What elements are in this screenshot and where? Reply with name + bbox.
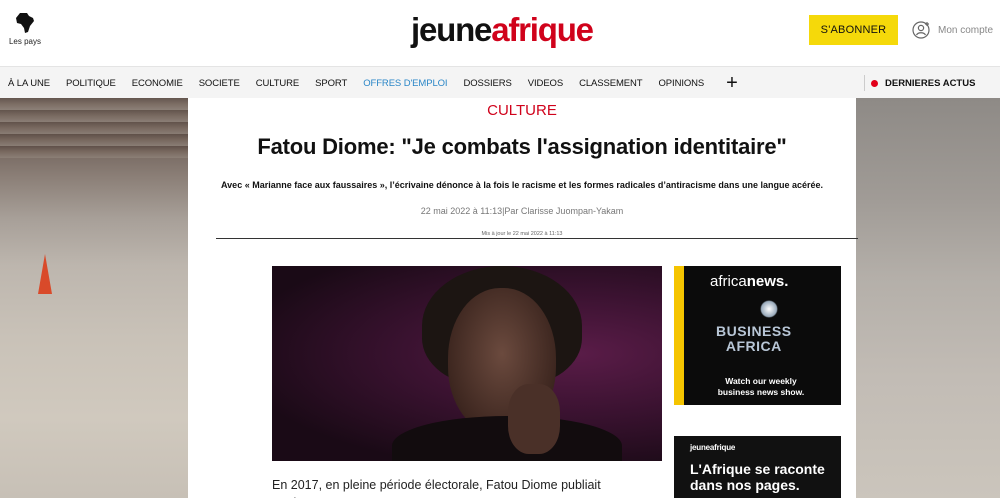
nav-list: À LA UNE POLITIQUE ECONOMIE SOCIETE CULTURE S… — [0, 67, 746, 99]
latest-news-link[interactable]: DERNIERES ACTUS — [871, 67, 975, 99]
globe-icon — [760, 300, 778, 318]
africa-icon — [16, 13, 34, 33]
rock-strata — [0, 98, 188, 158]
article-body: En 2017, en pleine période électorale, F… — [272, 478, 601, 498]
main-nav: À LA UNE POLITIQUE ECONOMIE SOCIETE CULTURE S… — [0, 66, 1000, 98]
user-add-icon — [912, 21, 930, 39]
africanews-cta: Watch our weekly business news show. — [717, 376, 805, 397]
promo-headline: L'Afrique se raconte dans nos pages. — [690, 461, 825, 493]
subscribe-button[interactable]: S'ABONNER — [809, 15, 898, 45]
article-photo — [272, 266, 662, 461]
article-lead: Avec « Marianne face aux faussaires », l… — [221, 180, 823, 190]
nav-item-sport[interactable]: SPORT — [307, 78, 347, 89]
nav-more-icon[interactable]: + — [718, 67, 738, 99]
nav-item-dossiers[interactable]: DOSSIERS — [455, 78, 511, 89]
background-image-right — [856, 98, 1000, 498]
countries-label: Les pays — [8, 37, 42, 46]
nav-divider — [864, 75, 865, 91]
logo-text-afrique: afrique — [491, 11, 594, 48]
background-image-left — [0, 98, 188, 498]
account-link[interactable]: Mon compte — [912, 20, 993, 40]
ad-yellow-bar — [674, 266, 684, 405]
latest-news-label: DERNIERES ACTUS — [885, 77, 976, 89]
business-africa-logo: BUSINESS AFRICA — [716, 323, 792, 354]
africanews-ad[interactable]: africanews. BUSINESS AFRICA Watch our we… — [674, 266, 841, 405]
site-header: Les pays jeuneafrique S'ABONNER Mon comp… — [0, 0, 1000, 66]
nav-item-classement[interactable]: CLASSEMENT — [571, 78, 643, 89]
nav-item-offres-d-emploi[interactable]: OFFRES D'EMPLOI — [355, 78, 447, 89]
traffic-cone — [38, 254, 52, 294]
live-dot-icon — [871, 79, 878, 87]
promo-logo: jeuneafrique — [690, 443, 736, 452]
article-updated: Mis à jour le 22 mai 2022 à 11:13 — [481, 231, 563, 237]
site-logo[interactable]: jeuneafrique — [411, 10, 594, 50]
photo-hand — [508, 384, 560, 454]
jeuneafrique-promo[interactable]: jeuneafrique L'Afrique se raconte dans n… — [674, 436, 841, 498]
article-rubric[interactable]: CULTURE — [188, 102, 856, 119]
account-label: Mon compte — [938, 24, 994, 36]
logo-text-jeune: jeune — [411, 11, 492, 48]
nav-item-culture[interactable]: CULTURE — [248, 78, 300, 89]
nav-item-societe[interactable]: SOCIETE — [191, 78, 240, 89]
nav-item-opinions[interactable]: OPINIONS — [651, 78, 705, 89]
nav-item-videos[interactable]: VIDEOS — [520, 78, 563, 89]
article-meta: 22 mai 2022 à 11:13|Par Clarisse Juompan… — [420, 206, 624, 216]
photo-shirt — [392, 416, 622, 461]
countries-menu[interactable]: Les pays — [8, 12, 42, 46]
divider — [216, 238, 858, 239]
africanews-logo: africanews. — [710, 273, 789, 290]
article-title: Fatou Diome: "Je combats l'assignation i… — [257, 134, 787, 159]
nav-item-politique[interactable]: POLITIQUE — [58, 78, 116, 89]
nav-item-la-une[interactable]: À LA UNE — [0, 78, 50, 89]
nav-item-economie[interactable]: ECONOMIE — [124, 78, 183, 89]
